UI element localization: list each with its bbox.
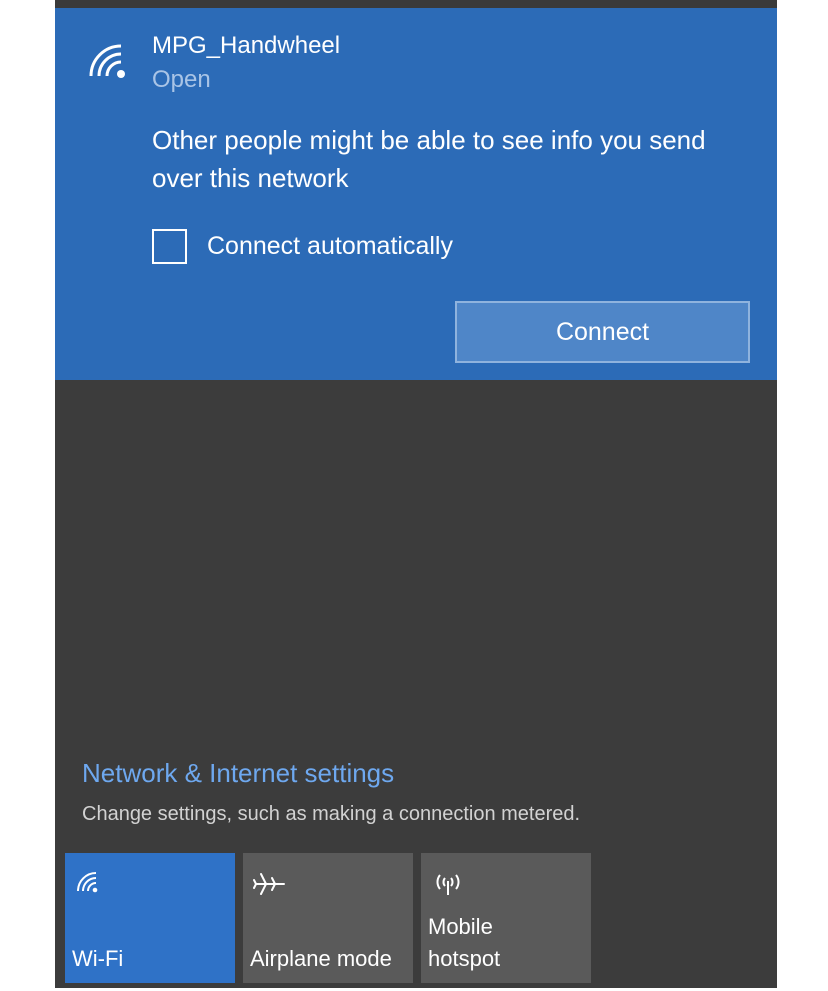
hotspot-tile-label: Mobile hotspot <box>428 911 500 975</box>
selected-network-panel[interactable]: MPG_Handwheel Open Other people might be… <box>55 8 777 380</box>
airplane-tile-label: Airplane mode <box>250 946 392 971</box>
hotspot-icon <box>436 874 460 895</box>
mobile-hotspot-tile[interactable]: Mobile hotspot <box>421 853 591 983</box>
network-settings-link[interactable]: Network & Internet settings <box>82 758 394 789</box>
hotspot-label-line1: Mobile <box>428 914 493 939</box>
connect-automatically-label[interactable]: Connect automatically <box>207 232 453 261</box>
network-status: Open <box>152 66 211 93</box>
wifi-icon <box>77 872 98 893</box>
wifi-toggle-tile[interactable]: Wi-Fi <box>65 853 235 983</box>
network-flyout: MPG_Handwheel Open Other people might be… <box>55 0 777 988</box>
connect-automatically-checkbox[interactable] <box>152 228 187 264</box>
network-name: MPG_Handwheel <box>152 32 341 59</box>
flyout-top-edge <box>55 0 777 8</box>
wifi-tile-label: Wi-Fi <box>72 946 124 971</box>
airplane-icon <box>253 873 285 895</box>
wifi-icon <box>89 44 125 78</box>
airplane-mode-tile[interactable]: Airplane mode <box>243 853 413 983</box>
hotspot-label-line2: hotspot <box>428 946 501 971</box>
connect-button[interactable]: Connect <box>455 301 750 363</box>
connect-automatically-row[interactable]: Connect automatically <box>152 226 453 266</box>
security-warning: Other people might be able to see info y… <box>152 125 706 193</box>
network-settings-description: Change settings, such as making a connec… <box>82 803 581 825</box>
